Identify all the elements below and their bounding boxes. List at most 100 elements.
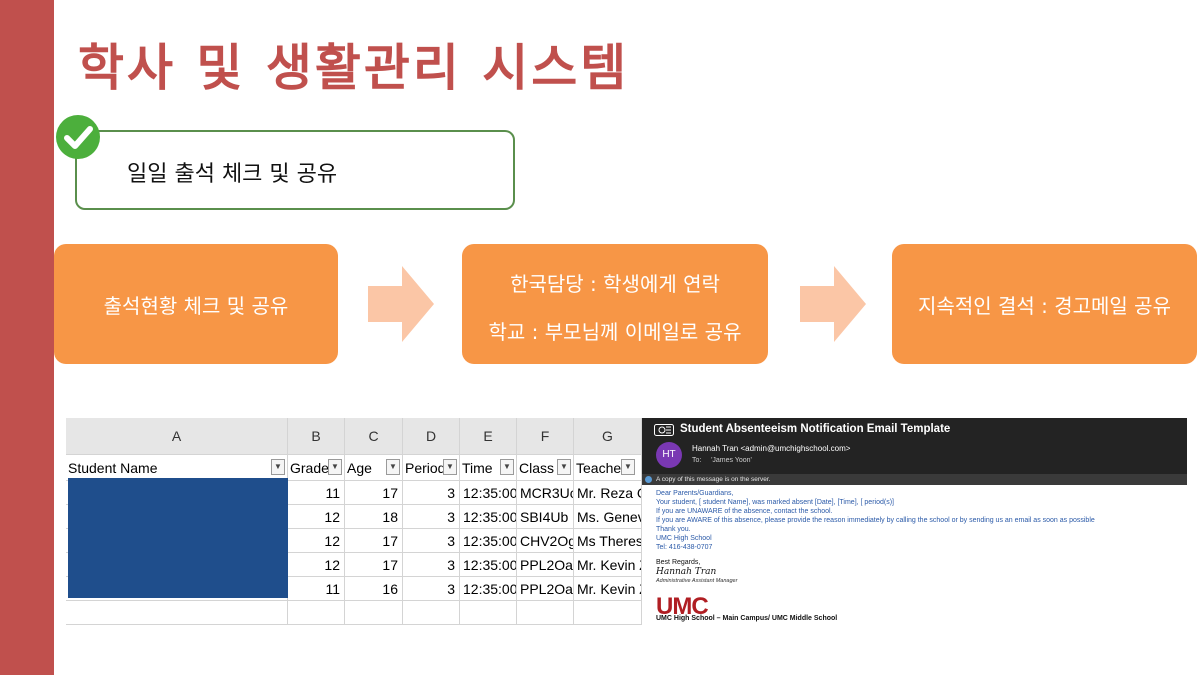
flow-step-2-line-2: 학교 : 부모님께 이메일로 공유 [488,320,742,344]
email-recipient: 'James Yoon' [711,457,752,464]
time-cell[interactable]: 12:35:00-1 [460,577,517,601]
teacher-cell[interactable]: Mr. Kevin Zh [574,577,642,601]
filter-dropdown-icon[interactable]: ▼ [271,459,285,475]
class-cell[interactable]: PPL2Oa [517,553,574,577]
email-body-line: If you are UNAWARE of the absence, conta… [656,508,833,515]
email-body-line: Tel: 416-438-0707 [656,544,713,551]
avatar: HT [656,442,682,468]
teacher-cell[interactable]: Ms Theresa [574,529,642,553]
grade-cell[interactable]: 12 [288,505,345,529]
time-cell[interactable]: 12:35:00-1 [460,553,517,577]
email-recipient-row: To: 'James Yoon' [692,457,752,464]
callout-label: 일일 출석 체크 및 공유 [127,162,338,187]
left-accent-bar [0,0,54,675]
header-teacher-label: Teache [576,460,622,476]
empty-cell[interactable] [66,601,288,625]
empty-cell[interactable] [574,601,642,625]
info-icon [645,476,652,483]
header-teacher: Teache ▼ [574,455,642,481]
check-icon [56,115,100,159]
email-body-line: If you are AWARE of this absence, please… [656,517,1095,524]
teacher-cell[interactable]: Mr. Reza Gh [574,481,642,505]
header-period-label: Period [405,460,446,476]
email-body-line: Your student, [ student Name], was marke… [656,499,894,506]
header-grade: Grade ▼ [288,455,345,481]
empty-cell[interactable] [517,601,574,625]
header-period: Period ▼ [403,455,460,481]
flow-arrow-1-icon [368,266,434,342]
empty-cell[interactable] [460,601,517,625]
period-cell[interactable]: 3 [403,529,460,553]
empty-cell[interactable] [345,601,403,625]
teacher-cell[interactable]: Ms. Genevie [574,505,642,529]
email-signature: Hannah Tran [656,567,717,577]
email-body-line: UMC High School [656,535,712,542]
filter-dropdown-icon[interactable]: ▼ [328,459,342,475]
age-cell[interactable]: 17 [345,529,403,553]
teacher-cell[interactable]: Mr. Kevin Zh [574,553,642,577]
period-cell[interactable]: 3 [403,481,460,505]
age-cell[interactable]: 17 [345,481,403,505]
filter-dropdown-icon[interactable]: ▼ [557,459,571,475]
period-cell[interactable]: 3 [403,505,460,529]
email-footer: UMC High School – Main Campus/ UMC Middl… [656,615,838,622]
class-cell[interactable]: CHV2Og [517,529,574,553]
page-title: 학사 및 생활관리 시스템 [78,39,630,97]
email-regards: Best Regards, [656,559,701,566]
col-letter-d[interactable]: D [403,418,460,455]
flow-step-2: 한국담당 : 학생에게 연락 학교 : 부모님께 이메일로 공유 [462,244,768,364]
header-time-label: Time [462,460,493,476]
time-cell[interactable]: 12:35:00-1 [460,529,517,553]
grade-cell[interactable]: 12 [288,529,345,553]
col-letter-g[interactable]: G [574,418,642,455]
attendance-spreadsheet: A B C D E F G Student Name ▼ Grade ▼ Age ▼ … [66,418,642,625]
col-letter-c[interactable]: C [345,418,403,455]
email-body-line: Thank you. [656,526,691,533]
header-time: Time ▼ [460,455,517,481]
grade-cell[interactable]: 11 [288,481,345,505]
email-sender: Hannah Tran <admin@umchighschool.com> [692,444,851,453]
header-grade-label: Grade [290,460,329,476]
email-body-line: Dear Parents/Guardians, [656,490,734,497]
header-age-label: Age [347,460,372,476]
to-label: To: [692,457,702,464]
filter-dropdown-icon[interactable]: ▼ [500,459,514,475]
empty-cell[interactable] [403,601,460,625]
email-subject: Student Absenteeism Notification Email T… [680,423,951,435]
filter-dropdown-icon[interactable]: ▼ [621,459,635,475]
flow-step-2-line-1: 한국담당 : 학생에게 연락 [510,272,720,296]
col-letter-a[interactable]: A [66,418,288,455]
col-letter-e[interactable]: E [460,418,517,455]
header-class-label: Class [519,460,555,476]
class-cell[interactable]: SBI4Ub [517,505,574,529]
class-cell[interactable]: PPL2Oa [517,577,574,601]
email-icon [654,424,674,436]
email-header: Student Absenteeism Notification Email T… [642,418,1187,474]
age-cell[interactable]: 17 [345,553,403,577]
server-notice: A copy of this message is on the server. [642,474,1187,485]
flow-arrow-2-icon [800,266,866,342]
flow-step-1-text: 출석현황 체크 및 공유 [103,294,289,318]
flow-step-3-text: 지속적인 결석 : 경고메일 공유 [918,294,1171,318]
empty-cell[interactable] [288,601,345,625]
time-cell[interactable]: 12:35:00-1 [460,505,517,529]
grade-cell[interactable]: 12 [288,553,345,577]
filter-active-icon[interactable]: ▼ [443,459,457,475]
age-cell[interactable]: 16 [345,577,403,601]
time-cell[interactable]: 12:35:00-1 [460,481,517,505]
header-class: Class ▼ [517,455,574,481]
server-notice-text: A copy of this message is on the server. [656,476,771,483]
header-age: Age ▼ [345,455,403,481]
period-cell[interactable]: 3 [403,577,460,601]
filter-dropdown-icon[interactable]: ▼ [386,459,400,475]
email-template-screenshot: Student Absenteeism Notification Email T… [642,418,1187,625]
redacted-student-names [68,478,288,598]
col-letter-b[interactable]: B [288,418,345,455]
class-cell[interactable]: MCR3Uc [517,481,574,505]
col-letter-f[interactable]: F [517,418,574,455]
header-student-name-label: Student Name [68,460,158,476]
flow-step-3: 지속적인 결석 : 경고메일 공유 [892,244,1197,364]
age-cell[interactable]: 18 [345,505,403,529]
period-cell[interactable]: 3 [403,553,460,577]
grade-cell[interactable]: 11 [288,577,345,601]
